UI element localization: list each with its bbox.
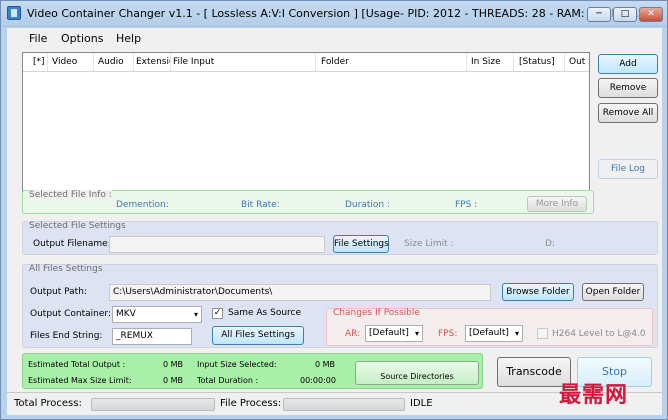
col-folder[interactable]: Folder: [321, 57, 401, 67]
all-files-settings-title: All Files Settings: [29, 264, 103, 274]
est-max-size-label: Estimated Max Size Limit:: [28, 376, 132, 385]
output-filename-field[interactable]: [109, 236, 325, 253]
close-button[interactable]: ✕: [639, 7, 663, 22]
col-video[interactable]: Video: [52, 57, 90, 67]
h264-level-label: H264 Level to L@4.0: [552, 329, 646, 339]
input-size-label: Input Size Selected:: [197, 360, 277, 369]
menu-help[interactable]: Help: [116, 32, 141, 45]
output-container-value: MKV: [116, 309, 136, 319]
file-log-button[interactable]: File Log: [598, 159, 658, 179]
source-directories-button[interactable]: Source Directories: [355, 361, 479, 385]
client-area: File Options Help [*] Video Audio Extens…: [7, 28, 662, 415]
file-settings-button[interactable]: File Settings: [333, 235, 389, 253]
output-filename-label: Output Filename:: [33, 239, 111, 249]
ar-label: AR:: [345, 329, 361, 339]
total-duration-value: 00:00:00: [300, 376, 336, 385]
col-file-input[interactable]: File Input: [173, 57, 253, 67]
app-icon: [7, 6, 21, 20]
col-in-size[interactable]: In Size: [471, 57, 511, 67]
output-path-label: Output Path:: [30, 287, 87, 297]
selected-file-settings-title: Selected File Settings: [29, 221, 126, 231]
output-container-label: Output Container:: [30, 309, 111, 319]
total-duration-label: Total Duration :: [197, 376, 259, 385]
more-info-button[interactable]: More Info: [527, 196, 587, 212]
all-files-settings-group: All Files Settings Output Path: C:\Users…: [22, 264, 658, 348]
open-folder-button[interactable]: Open Folder: [582, 283, 644, 301]
status-state: IDLE: [410, 398, 433, 409]
same-as-source-label: Same As Source: [228, 308, 302, 318]
menu-options[interactable]: Options: [61, 32, 103, 45]
changes-title: Changes If Possible: [333, 308, 420, 318]
app-window: Video Container Changer v1.1 - [ Lossles…: [0, 0, 668, 420]
browse-folder-button[interactable]: Browse Folder: [502, 283, 574, 301]
fps-change-label: FPS:: [438, 329, 458, 339]
fps-label: FPS :: [455, 200, 478, 210]
total-process-bar: [91, 398, 215, 411]
window-title: Video Container Changer v1.1 - [ Lossles…: [27, 7, 646, 20]
all-files-settings-button[interactable]: All Files Settings: [212, 326, 304, 345]
est-max-size-value: 0 MB: [163, 376, 184, 385]
dimension-label: Demention:: [116, 200, 169, 210]
output-container-select[interactable]: MKV ▾: [112, 306, 202, 323]
files-end-string-label: Files End String:: [30, 331, 103, 341]
selected-file-settings-group: Selected File Settings Output Filename: …: [22, 221, 658, 255]
file-process-bar: [283, 398, 405, 411]
file-list-header: [*] Video Audio Extension File Input Fol…: [23, 53, 589, 72]
col-audio[interactable]: Audio: [98, 57, 132, 67]
remove-button[interactable]: Remove: [598, 78, 658, 98]
chevron-down-icon: ▾: [414, 329, 419, 338]
minimize-button[interactable]: ─: [587, 7, 611, 22]
total-process-label: Total Process:: [14, 398, 82, 409]
same-as-source-checkbox[interactable]: ✓: [212, 308, 223, 319]
ar-value: [Default]: [369, 328, 409, 338]
totals-panel: Estimated Total Output : 0 MB Estimated …: [22, 353, 483, 389]
remove-all-button[interactable]: Remove All: [598, 103, 658, 123]
input-size-value: 0 MB: [315, 360, 336, 369]
col-extension[interactable]: Extension: [136, 57, 170, 67]
changes-if-possible-group: Changes If Possible AR: [Default] ▾ FPS:…: [326, 308, 653, 346]
col-status[interactable]: [Status]: [519, 57, 564, 67]
output-path-field[interactable]: C:\Users\Administrator\Documents\: [109, 284, 491, 301]
duration-label: Duration :: [345, 200, 390, 210]
chevron-down-icon: ▾: [514, 329, 519, 338]
files-end-string-field[interactable]: _REMUX: [112, 328, 192, 345]
h264-level-checkbox[interactable]: [537, 328, 548, 339]
est-total-output-value: 0 MB: [163, 360, 184, 369]
file-list[interactable]: [*] Video Audio Extension File Input Fol…: [22, 52, 590, 210]
size-limit-label: Size Limit :: [404, 239, 454, 249]
fps-value: [Default]: [469, 328, 509, 338]
menu-bar: File Options Help: [7, 28, 662, 48]
selected-file-info-title: Selected File Info :: [29, 190, 112, 200]
bitrate-label: Bit Rate:: [241, 200, 280, 210]
col-out-size[interactable]: Out Size: [569, 57, 589, 67]
add-button[interactable]: Add: [598, 54, 658, 74]
maximize-button[interactable]: □: [613, 7, 637, 22]
est-total-output-label: Estimated Total Output :: [28, 360, 126, 369]
menu-file[interactable]: File: [29, 32, 47, 45]
file-process-label: File Process:: [220, 398, 282, 409]
selected-file-info-group: Selected File Info : Demention: Bit Rate…: [22, 190, 594, 214]
col-select[interactable]: [*]: [33, 57, 47, 67]
title-bar: Video Container Changer v1.1 - [ Lossles…: [1, 1, 667, 27]
ar-select[interactable]: [Default] ▾: [365, 325, 423, 342]
drive-label: D:: [545, 239, 555, 249]
chevron-down-icon: ▾: [193, 310, 198, 319]
fps-select[interactable]: [Default] ▾: [465, 325, 523, 342]
watermark-logo: 最需网: [559, 382, 629, 408]
